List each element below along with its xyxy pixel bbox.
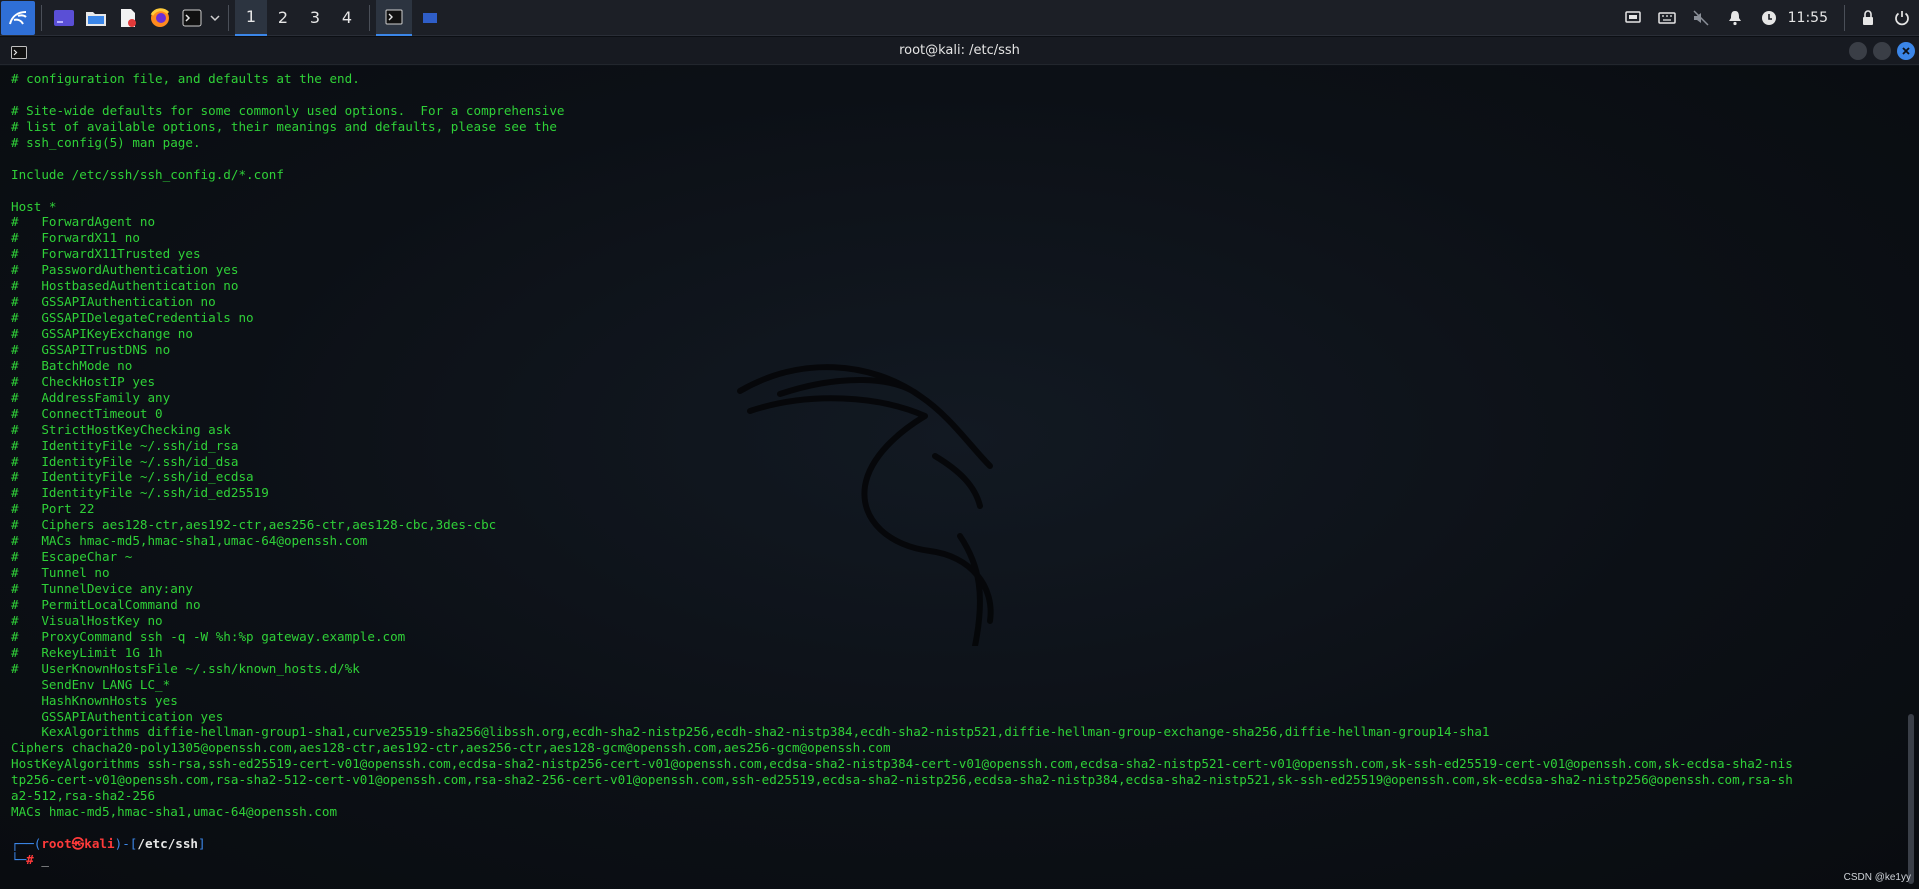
window-title: root@kali: /etc/ssh bbox=[899, 43, 1020, 58]
maximize-button[interactable] bbox=[1873, 42, 1891, 60]
updates-icon[interactable] bbox=[1752, 0, 1786, 36]
terminal-line: # GSSAPIAuthentication no bbox=[11, 294, 216, 310]
terminal-line: HashKnownHosts yes bbox=[11, 692, 178, 708]
terminal-line: # HostbasedAuthentication no bbox=[11, 278, 239, 294]
terminal-line: KexAlgorithms diffie-hellman-group1-sha1… bbox=[11, 724, 1490, 740]
chevron-down-icon[interactable] bbox=[208, 0, 222, 36]
terminal-line: # ConnectTimeout 0 bbox=[11, 405, 163, 421]
prompt-user-host: root㉿kali bbox=[41, 836, 115, 851]
terminal-line: # StrictHostKeyChecking ask bbox=[11, 421, 231, 437]
terminal-output-area[interactable]: # configuration file, and defaults at th… bbox=[0, 66, 1919, 889]
terminal-line: # Port 22 bbox=[11, 501, 95, 517]
terminal-line: SendEnv LANG LC_* bbox=[11, 676, 171, 692]
panel-separator bbox=[41, 4, 42, 31]
terminal-line: # PermitLocalCommand no bbox=[11, 596, 201, 612]
prompt-bracket-close: ] bbox=[198, 836, 206, 851]
taskbar-window-thumbnail[interactable] bbox=[412, 0, 448, 36]
notification-bell-icon[interactable] bbox=[1718, 0, 1752, 36]
workspace-2[interactable]: 2 bbox=[267, 0, 299, 36]
file-manager-icon[interactable] bbox=[80, 0, 112, 36]
shell-prompt-line: ┌──(root㉿kali)-[/etc/ssh] bbox=[11, 836, 1897, 852]
terminal-line: # EscapeChar ~ bbox=[11, 549, 133, 565]
minimize-button[interactable] bbox=[1849, 42, 1867, 60]
terminal-line: # TunnelDevice any:any bbox=[11, 581, 193, 596]
keyboard-icon[interactable] bbox=[1650, 0, 1684, 36]
terminal-line: # ForwardAgent no bbox=[11, 214, 156, 230]
terminal-line: Ciphers chacha20-poly1305@openssh.com,ae… bbox=[11, 740, 891, 756]
terminal-line: # list of available options, their meani… bbox=[11, 118, 557, 134]
taskbar-terminal-window[interactable] bbox=[376, 0, 412, 36]
show-desktop-icon[interactable] bbox=[48, 0, 80, 36]
terminal-line: HostKeyAlgorithms ssh-rsa,ssh-ed25519-ce… bbox=[11, 756, 1793, 772]
terminal-line: # ProxyCommand ssh -q -W %h:%p gateway.e… bbox=[11, 628, 406, 644]
terminal-line: # ssh_config(5) man page. bbox=[11, 134, 201, 150]
panel-separator bbox=[1844, 5, 1845, 31]
top-panel: 1 2 3 4 11:55 bbox=[0, 0, 1919, 36]
terminal-line: # GSSAPIKeyExchange no bbox=[11, 326, 193, 341]
terminal-icon[interactable] bbox=[176, 0, 208, 36]
terminal-line: # IdentityFile ~/.ssh/id_ecdsa bbox=[11, 469, 254, 485]
system-tray: 11:55 bbox=[1616, 0, 1919, 36]
window-titlebar[interactable]: root@kali: /etc/ssh bbox=[0, 37, 1919, 65]
shell-input-line[interactable]: └─# _ bbox=[11, 852, 1897, 868]
panel-separator bbox=[369, 4, 370, 31]
prompt-root-symbol: # bbox=[26, 851, 34, 867]
panel-left: 1 2 3 4 bbox=[0, 0, 448, 36]
text-editor-icon[interactable] bbox=[112, 0, 144, 36]
terminal-line: # PasswordAuthentication yes bbox=[11, 262, 239, 278]
window-controls bbox=[1849, 42, 1915, 60]
lock-icon[interactable] bbox=[1851, 0, 1885, 36]
panel-clock[interactable]: 11:55 bbox=[1786, 10, 1838, 26]
terminal-window-icon bbox=[11, 44, 27, 63]
terminal-line: # IdentityFile ~/.ssh/id_ed25519 bbox=[11, 485, 269, 501]
terminal-line: # VisualHostKey no bbox=[11, 612, 163, 628]
terminal-line: GSSAPIAuthentication yes bbox=[11, 708, 224, 724]
terminal-line: # Ciphers aes128-ctr,aes192-ctr,aes256-c… bbox=[11, 517, 497, 533]
csdn-watermark: CSDN @ke1yy bbox=[1843, 872, 1911, 883]
firefox-icon[interactable] bbox=[144, 0, 176, 36]
prompt-separator: )-[ bbox=[114, 836, 138, 851]
kali-menu-icon[interactable] bbox=[1, 0, 35, 35]
terminal-line: # IdentityFile ~/.ssh/id_rsa bbox=[11, 437, 239, 453]
terminal-line: # GSSAPIDelegateCredentials no bbox=[11, 310, 254, 326]
terminal-line: Host * bbox=[11, 198, 57, 214]
terminal-line: # RekeyLimit 1G 1h bbox=[11, 644, 163, 660]
close-icon bbox=[1902, 47, 1910, 55]
terminal-line: # GSSAPITrustDNS no bbox=[11, 341, 171, 357]
terminal-line: # MACs hmac-md5,hmac-sha1,umac-64@openss… bbox=[11, 533, 368, 549]
workspace-1[interactable]: 1 bbox=[235, 0, 267, 36]
close-button[interactable] bbox=[1897, 42, 1915, 60]
terminal-line: # configuration file, and defaults at th… bbox=[11, 71, 360, 86]
terminal-line: # Tunnel no bbox=[11, 565, 110, 581]
power-icon[interactable] bbox=[1885, 0, 1919, 36]
terminal-window: root@kali: /etc/ssh # configuration file… bbox=[0, 37, 1919, 889]
prompt-corner: └─ bbox=[11, 851, 27, 867]
prompt-path: /etc/ssh bbox=[137, 836, 199, 851]
terminal-text: # configuration file, and defaults at th… bbox=[11, 71, 1897, 868]
volume-muted-icon[interactable] bbox=[1684, 0, 1718, 36]
terminal-line: # Site-wide defaults for some commonly u… bbox=[11, 102, 565, 118]
workspace-3[interactable]: 3 bbox=[299, 0, 331, 36]
terminal-cursor: _ bbox=[41, 851, 49, 867]
terminal-line: # BatchMode no bbox=[11, 357, 133, 373]
terminal-line: # UserKnownHostsFile ~/.ssh/known_hosts.… bbox=[11, 660, 360, 676]
panel-separator bbox=[228, 4, 229, 31]
terminal-line: # IdentityFile ~/.ssh/id_dsa bbox=[11, 453, 239, 469]
prompt-bracket-open: ┌──( bbox=[11, 836, 42, 851]
terminal-line: tp256-cert-v01@openssh.com,rsa-sha2-512-… bbox=[11, 772, 1793, 788]
terminal-scrollbar[interactable] bbox=[1908, 714, 1914, 884]
terminal-line: a2-512,rsa-sha2-256 bbox=[11, 788, 156, 804]
terminal-line: # ForwardX11 no bbox=[11, 230, 140, 246]
terminal-line: # CheckHostIP yes bbox=[11, 373, 156, 389]
terminal-line: Include /etc/ssh/ssh_config.d/*.conf bbox=[11, 166, 284, 182]
terminal-line: # AddressFamily any bbox=[11, 389, 171, 405]
terminal-line: MACs hmac-md5,hmac-sha1,umac-64@openssh.… bbox=[11, 804, 338, 820]
terminal-line: # ForwardX11Trusted yes bbox=[11, 246, 201, 262]
display-icon[interactable] bbox=[1616, 0, 1650, 36]
workspace-4[interactable]: 4 bbox=[331, 0, 363, 36]
